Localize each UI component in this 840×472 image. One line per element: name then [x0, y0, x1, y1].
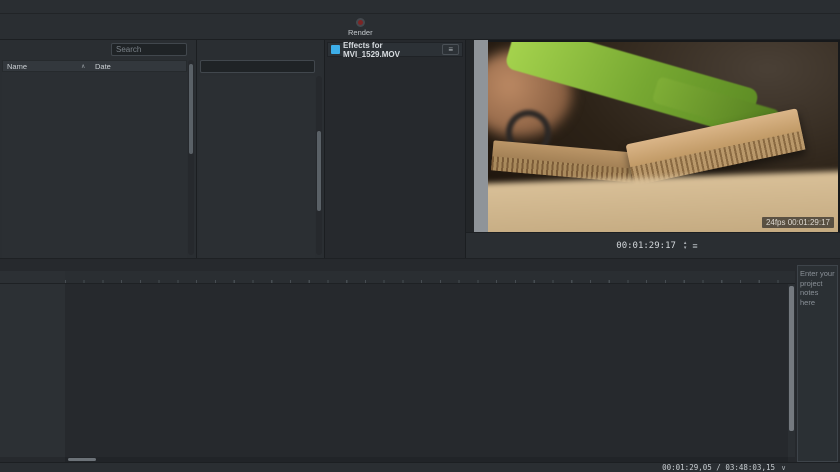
timeline-corner [0, 271, 65, 284]
spinner-down-icon[interactable]: ▾ [684, 246, 687, 251]
effect-stack-panel: Effects for MVI_1529.MOV ≡ [325, 40, 466, 258]
timeline [0, 271, 840, 462]
effects-list [199, 76, 315, 258]
effects-scrollbar[interactable] [316, 76, 322, 255]
timeline-hscrollbar-thumb[interactable] [68, 458, 96, 461]
monitor-gutter [466, 40, 474, 258]
effects-search-input[interactable] [200, 60, 315, 73]
dock-tab-row [0, 258, 840, 271]
sort-ascending-icon: ∧ [81, 63, 93, 70]
menu-bar [0, 0, 840, 14]
status-bar: 00:01:29,05 / 03:48:03,15 ∨ [0, 462, 840, 472]
bin-clip-list [2, 72, 187, 258]
pane-splitter[interactable] [474, 40, 488, 232]
effect-stack-menu-button[interactable]: ≡ [442, 44, 459, 55]
status-timecode: 00:01:29,05 / 03:48:03,15 [662, 463, 775, 472]
render-label: Render [348, 28, 373, 37]
effect-stack-header: Effects for MVI_1529.MOV ≡ [327, 42, 463, 57]
column-date[interactable]: Date [93, 62, 111, 71]
track-area [65, 284, 795, 457]
column-name[interactable]: Name [3, 62, 81, 71]
timecode-spinner[interactable]: ▴ ▾ [684, 241, 687, 251]
effect-stack-title: Effects for MVI_1529.MOV [343, 41, 439, 59]
bin-column-headers[interactable]: Name ∧ Date [2, 60, 187, 72]
effects-panel [197, 40, 325, 258]
render-icon [356, 18, 365, 27]
kdenlive-window: Render Name ∧ Date Effects for MVI_1529.… [0, 0, 840, 472]
monitor-overlay-timecode: 24fps 00:01:29:17 [762, 217, 834, 228]
monitor-timecode[interactable]: 00:01:29:17 [616, 241, 676, 251]
bin-scrollbar-thumb[interactable] [189, 64, 193, 154]
bin-search-input[interactable] [111, 43, 187, 56]
monitor-video: 24fps 00:01:29:17 [488, 42, 838, 232]
effect-stack-icon [331, 45, 340, 54]
project-notes[interactable]: Enter your project notes here [797, 265, 838, 462]
track-headers [0, 284, 65, 457]
effects-scrollbar-thumb[interactable] [317, 131, 321, 211]
bin-scrollbar[interactable] [188, 60, 194, 255]
monitor-transport-bar: 00:01:29:17 ▴ ▾ ≡ [466, 232, 840, 258]
monitor-menu-button[interactable]: ≡ [692, 241, 697, 251]
timeline-vscrollbar-thumb[interactable] [789, 286, 794, 431]
project-bin-panel: Name ∧ Date [0, 40, 197, 258]
timeline-vscrollbar[interactable] [788, 284, 795, 457]
status-chevron-icon[interactable]: ∨ [779, 463, 788, 472]
timeline-ruler[interactable] [65, 271, 795, 284]
render-button[interactable]: Render [348, 15, 373, 39]
monitor-panel: 24fps 00:01:29:17 00:01:29:17 ▴ ▾ ≡ [466, 40, 840, 258]
main-toolbar: Render [0, 14, 840, 40]
